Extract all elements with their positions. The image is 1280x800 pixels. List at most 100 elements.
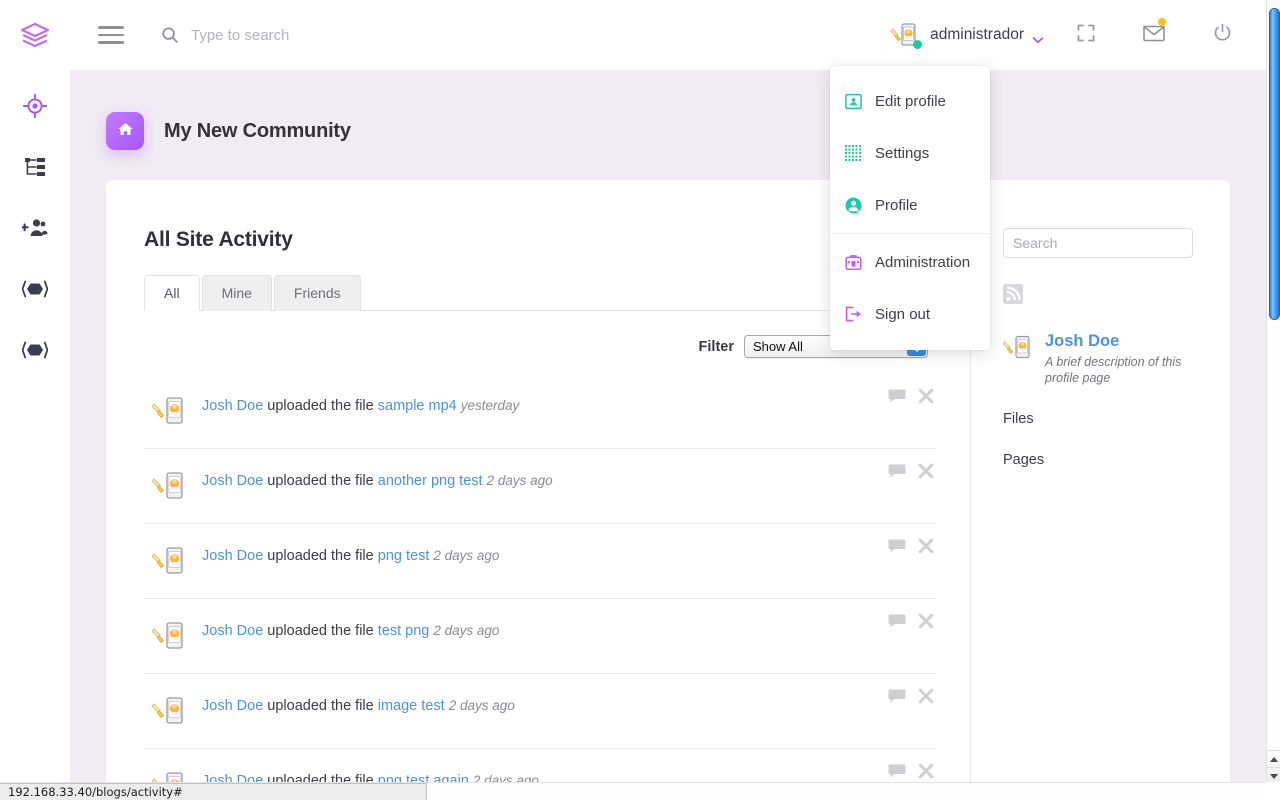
messages-button[interactable] — [1120, 0, 1188, 70]
activity-user-link[interactable]: Josh Doe — [202, 623, 263, 639]
user-menu-trigger[interactable]: administrador — [882, 21, 1052, 49]
activity-timestamp: 2 days ago — [472, 773, 539, 782]
row-actions — [888, 538, 934, 559]
activity-target-link[interactable]: image test — [378, 698, 445, 714]
logout-button[interactable] — [1188, 0, 1256, 70]
sidebar-item-modules[interactable] — [0, 261, 70, 322]
activity-feed: Josh Doe uploaded the file sample mp4 ye… — [144, 374, 936, 782]
broken-image-avatar-icon — [890, 21, 923, 49]
activity-user-link[interactable]: Josh Doe — [202, 698, 263, 714]
menu-item-label: Settings — [875, 144, 930, 162]
rss-feed-icon[interactable] — [1003, 284, 1023, 304]
left-icon-rail — [0, 0, 70, 800]
close-x-icon[interactable] — [918, 463, 934, 484]
menu-item-label: Administration — [875, 253, 971, 271]
activity-user-link[interactable]: Josh Doe — [202, 398, 263, 414]
comment-bubble-icon[interactable] — [888, 688, 906, 709]
activity-target-link[interactable]: png test again — [378, 773, 469, 782]
sidebar-item-extensions[interactable] — [0, 322, 70, 383]
menu-item-label: Edit profile — [875, 92, 946, 110]
profile-sidebar: Josh Doe A brief description of this pro… — [970, 180, 1230, 782]
page-header: My New Community — [70, 70, 1266, 150]
id-card-icon — [844, 92, 862, 110]
vertical-scrollbar[interactable] — [1266, 0, 1280, 782]
sidebar-search-input[interactable] — [1003, 228, 1193, 258]
activity-target-link[interactable]: test png — [378, 623, 430, 639]
scroll-up-arrow-icon[interactable] — [1267, 751, 1280, 767]
user-dropdown-menu: Edit profile Settings Profile Administra… — [830, 66, 990, 350]
top-navigation-bar: administrador — [0, 0, 1266, 70]
fullscreen-expand-icon — [1077, 24, 1095, 47]
broken-image-avatar-icon — [151, 471, 186, 501]
tab-friends[interactable]: Friends — [273, 275, 361, 311]
user-circle-icon — [844, 196, 862, 214]
activity-target-link[interactable]: png test — [378, 548, 430, 564]
top-bar-actions: administrador — [882, 0, 1256, 70]
activity-target-link[interactable]: another png test — [378, 473, 483, 489]
filter-label: Filter — [698, 338, 734, 355]
sidebar-link-files[interactable]: Files — [1003, 411, 1210, 427]
filter-row: Filter Show All — [144, 335, 936, 358]
activity-text: Josh Doe uploaded the file sample mp4 ye… — [202, 394, 519, 416]
comment-bubble-icon[interactable] — [888, 538, 906, 559]
community-home-button[interactable] — [106, 112, 144, 150]
scrollbar-arrow-buttons — [1267, 750, 1280, 782]
comment-bubble-icon[interactable] — [888, 463, 906, 484]
mail-envelope-icon — [1143, 24, 1165, 47]
menu-item-label: Sign out — [875, 305, 931, 323]
activity-user-link[interactable]: Josh Doe — [202, 773, 263, 782]
scroll-down-arrow-icon[interactable] — [1267, 768, 1280, 784]
sidebar-profile-name[interactable]: Josh Doe — [1045, 332, 1190, 351]
filter-select-value: Show All — [753, 339, 803, 354]
comment-bubble-icon[interactable] — [888, 763, 906, 782]
row-actions — [888, 613, 934, 634]
activity-user-link[interactable]: Josh Doe — [202, 548, 263, 564]
activity-action: uploaded the file — [267, 773, 374, 782]
toolbox-briefcase-icon — [844, 253, 862, 271]
search-input[interactable] — [191, 26, 511, 44]
sitemap-tree-icon — [24, 156, 46, 183]
broken-image-avatar-icon — [1002, 335, 1033, 361]
activity-timestamp: 2 days ago — [486, 473, 553, 488]
sidebar-link-pages[interactable]: Pages — [1003, 452, 1210, 468]
sidebar-item-structure[interactable] — [0, 139, 70, 200]
sidebar-item-members[interactable] — [0, 200, 70, 261]
close-x-icon[interactable] — [918, 538, 934, 559]
activity-text: Josh Doe uploaded the file png test 2 da… — [202, 544, 499, 566]
app-logo[interactable] — [0, 0, 70, 70]
add-users-icon — [20, 217, 48, 244]
status-bar-url-text: 192.168.33.40/blogs/activity# — [8, 785, 183, 799]
close-x-icon[interactable] — [918, 763, 934, 782]
table-row: Josh Doe uploaded the file image test 2 … — [144, 674, 936, 749]
menu-item-edit-profile[interactable]: Edit profile — [830, 75, 990, 127]
close-x-icon[interactable] — [918, 613, 934, 634]
table-row: Josh Doe uploaded the file png test 2 da… — [144, 524, 936, 599]
menu-item-administration[interactable]: Administration — [830, 236, 990, 288]
target-crosshair-icon — [22, 93, 48, 123]
fullscreen-button[interactable] — [1052, 0, 1120, 70]
activity-tabs: All Mine Friends — [144, 274, 936, 311]
comment-bubble-icon[interactable] — [888, 613, 906, 634]
tab-all[interactable]: All — [144, 275, 200, 311]
online-status-dot — [913, 40, 923, 49]
home-icon — [117, 121, 134, 142]
activity-timestamp: 2 days ago — [433, 623, 500, 638]
power-off-icon — [1213, 23, 1232, 47]
vertical-scrollbar-thumb[interactable] — [1269, 8, 1280, 320]
activity-target-link[interactable]: sample mp4 — [378, 398, 457, 414]
sidebar-item-dashboard[interactable] — [0, 78, 70, 139]
close-x-icon[interactable] — [918, 388, 934, 409]
activity-action: uploaded the file — [267, 623, 374, 639]
activity-timestamp: yesterday — [460, 398, 520, 413]
tab-mine[interactable]: Mine — [201, 275, 272, 311]
hamburger-icon[interactable] — [98, 26, 124, 44]
menu-item-settings[interactable]: Settings — [830, 127, 990, 179]
activity-user-link[interactable]: Josh Doe — [202, 473, 263, 489]
menu-item-profile[interactable]: Profile — [830, 179, 990, 231]
menu-item-sign-out[interactable]: Sign out — [830, 288, 990, 340]
menu-item-label: Profile — [875, 196, 918, 214]
activity-timestamp: 2 days ago — [448, 698, 515, 713]
comment-bubble-icon[interactable] — [888, 388, 906, 409]
hexagon-brackets-icon — [21, 279, 49, 304]
close-x-icon[interactable] — [918, 688, 934, 709]
